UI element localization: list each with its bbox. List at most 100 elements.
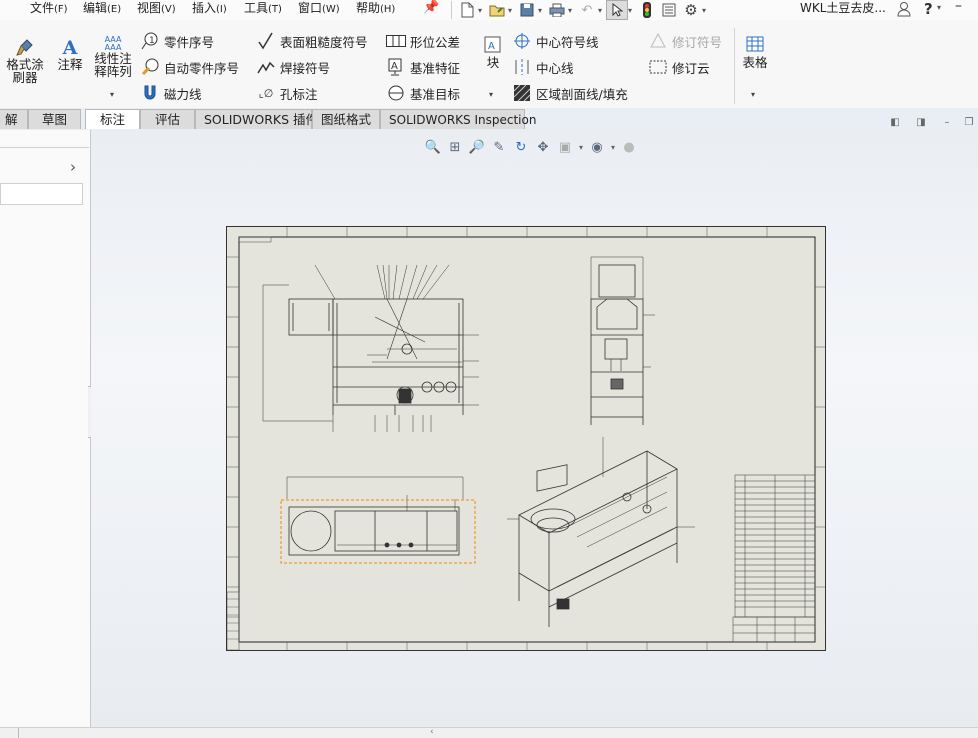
surface-finish-icon [256,31,276,51]
draw-icon[interactable]: ✎ [488,138,510,158]
print-icon[interactable] [546,0,568,20]
magnet-icon [140,83,160,103]
feature-manager-panel: › [0,130,97,737]
datum-feature-button[interactable]: A 基准特征 [386,56,460,78]
note-a-icon: A [62,37,78,59]
minimize-icon[interactable]: – [940,117,954,129]
chevron-right-icon[interactable]: › [70,158,76,176]
tab-annotation[interactable]: 标注 [85,109,140,129]
balloon-button[interactable]: 1 零件序号 [140,30,214,52]
menu-file[interactable]: 文件(F) [30,0,68,20]
chevron-down-icon[interactable]: ▾ [568,6,576,15]
drawing-sheet[interactable] [226,226,826,651]
chevron-down-icon[interactable]: ▾ [478,6,486,15]
center-mark-icon [512,31,532,51]
zoom-to-area-icon[interactable]: ⊞ [444,138,466,158]
appearance-sphere-icon[interactable]: ● [618,138,640,158]
drawing-content [227,227,825,650]
magnetic-line-button[interactable]: 磁力线 [140,82,202,104]
chevron-down-icon[interactable]: ▾ [576,138,586,158]
title-block [732,616,816,643]
datum-target-button[interactable]: 基准目标 [386,82,460,104]
new-document-icon[interactable] [456,0,478,20]
menu-edit[interactable]: 编辑(E) [83,0,121,20]
hatch-icon [512,83,532,103]
chevron-down-icon[interactable]: ▾ [628,6,636,15]
restore-icon[interactable]: ❐ [962,117,976,129]
hide-show-eye-icon[interactable]: ◉ [586,138,608,158]
tile-left-icon[interactable]: ◧ [888,117,902,129]
select-pointer-icon[interactable] [606,0,628,20]
linear-note-pattern-button[interactable]: AAA AAA 线性注 释阵列 [92,36,134,79]
hole-callout-button[interactable]: ⌞∅ 孔标注 [256,82,318,104]
chevron-down-icon[interactable]: ▾ [751,90,755,99]
chevron-left-icon[interactable]: ‹ [430,727,434,737]
note-button[interactable]: A 注释 [55,38,85,71]
minimize-icon[interactable]: – [955,0,962,14]
pan-icon[interactable]: ✥ [532,138,554,158]
heads-up-view-toolbar: 🔍 ⊞ 🔎 ✎ ↻ ✥ ▣ ▾ ◉ ▾ ● [422,137,640,159]
menu-window[interactable]: 窗口(W) [298,0,340,20]
centerline-button[interactable]: 中心线 [512,56,574,78]
geometric-tolerance-button[interactable]: 形位公差 [386,30,460,52]
top-view [286,476,464,556]
weld-symbol-button[interactable]: 焊接符号 [256,56,330,78]
revision-cloud-button[interactable]: 修订云 [648,56,710,78]
svg-text:A: A [391,61,398,72]
svg-text:A: A [488,41,495,52]
side-view [590,256,655,425]
save-icon[interactable] [516,0,538,20]
chevron-down-icon[interactable]: ▾ [508,6,516,15]
undo-icon[interactable]: ↶ [576,0,598,20]
menu-view[interactable]: 视图(V) [137,0,176,20]
chevron-down-icon[interactable]: ▾ [702,6,710,15]
status-bar: ‹ [0,727,978,738]
display-style-icon[interactable]: ▣ [554,138,576,158]
help-question-icon[interactable]: ? [924,0,933,18]
area-hatch-button[interactable]: 区域剖面线/填充 [512,82,628,104]
file-properties-icon[interactable] [658,0,680,20]
chevron-down-icon[interactable]: ▾ [538,6,546,15]
command-tabs: 解 草图 标注 评估 SOLIDWORKS 插件 图纸格式 SOLIDWORKS… [0,108,978,130]
chevron-down-icon[interactable]: ▾ [489,90,493,99]
svg-text:1: 1 [149,36,155,46]
tab-sheet-format[interactable]: 图纸格式 [312,109,380,129]
tile-right-icon[interactable]: ◨ [914,117,928,129]
tab-solve[interactable]: 解 [0,109,28,129]
center-mark-button[interactable]: 中心符号线 [512,30,599,52]
revision-symbol-button[interactable]: 修订符号 [648,30,722,52]
isometric-view [507,437,695,627]
weld-icon [256,57,276,77]
auto-balloon-icon [140,57,160,77]
chevron-down-icon[interactable]: ▾ [110,90,114,99]
zoom-to-fit-icon[interactable]: 🔍 [422,138,444,158]
chevron-down-icon[interactable]: ▾ [598,6,606,15]
table-button[interactable]: 表格 [738,36,772,69]
block-button[interactable]: A 块 [481,36,505,69]
revision-triangle-icon [648,31,668,51]
pin-icon[interactable]: 📌 [423,0,439,16]
balloon-icon: 1 [140,31,160,51]
menu-insert[interactable]: 插入(I) [192,0,227,20]
tab-solidworks-inspection[interactable]: SOLIDWORKS Inspection [380,109,536,129]
menu-tools[interactable]: 工具(T) [244,0,282,20]
menu-bar: 文件(F) 编辑(E) 视图(V) 插入(I) 工具(T) 窗口(W) 帮助(H… [0,0,978,20]
tab-evaluate[interactable]: 评估 [140,109,195,129]
options-gear-icon[interactable]: ⚙ [680,0,702,20]
open-icon[interactable] [486,0,508,20]
tab-sketch[interactable]: 草图 [28,109,81,129]
filter-input[interactable] [0,183,83,205]
tab-solidworks-addins[interactable]: SOLIDWORKS 插件 [195,109,318,129]
chevron-down-icon[interactable]: ▾ [608,138,618,158]
previous-view-icon[interactable]: 🔎 [466,138,488,158]
surface-finish-button[interactable]: 表面粗糙度符号 [256,30,368,52]
format-painter-button[interactable]: 格式涂 刷器 [4,38,46,84]
user-icon[interactable] [896,1,912,17]
paintbrush-icon [4,38,46,58]
menu-help[interactable]: 帮助(H) [356,0,395,20]
chevron-down-icon[interactable]: ▾ [937,3,941,12]
command-manager: 格式涂 刷器 A 注释 AAA AAA 线性注 释阵列 ▾ 1 零件序号 自动零件… [0,20,978,109]
rebuild-traffic-light-icon[interactable] [636,0,658,20]
rotate-icon[interactable]: ↻ [510,138,532,158]
auto-balloon-button[interactable]: 自动零件序号 [140,56,239,78]
